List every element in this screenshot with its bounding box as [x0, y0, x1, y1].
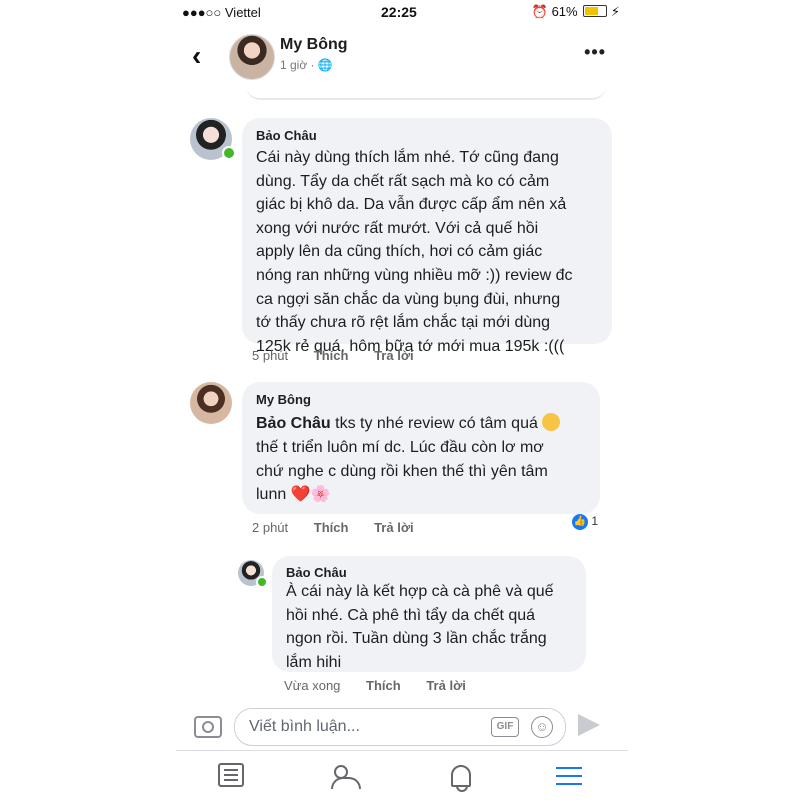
comment-bubble[interactable]: Bảo Châu Cái này dùng thích lắm nhé. Tớ …	[242, 118, 612, 355]
comment-time: Vừa xong	[284, 678, 341, 693]
reply-button[interactable]: Trả lời	[374, 520, 414, 535]
comment-author[interactable]: My Bông	[256, 392, 311, 407]
comment-text-part: tks ty nhé review có tâm quá	[330, 415, 538, 432]
status-bar: ●●●○○ Viettel 22:25 ⏰ 61% ⚡	[176, 0, 628, 24]
like-button[interactable]: Thích	[314, 520, 349, 535]
post-timestamp: 1 giờ · 🌐	[280, 58, 333, 72]
mention-link[interactable]: Bảo Châu	[256, 415, 331, 432]
clock: 22:25	[381, 4, 417, 20]
comment-author[interactable]: Bảo Châu	[256, 128, 317, 143]
comment-composer: Viết bình luận... GIF ☺	[176, 706, 628, 748]
status-right: ⏰ 61% ⚡	[532, 4, 620, 20]
battery-icon	[583, 5, 608, 17]
comment-actions: 2 phút Thích Trả lời	[252, 520, 436, 535]
post-author-name[interactable]: My Bông	[280, 36, 348, 54]
news-feed-icon[interactable]	[218, 763, 244, 787]
comment-bubble[interactable]: My Bông Bảo Châu tks ty nhé review có tâ…	[242, 382, 600, 514]
reply-button[interactable]: Trả lời	[374, 348, 414, 363]
comment-text: À cái này là kết hợp cà cà phê và quế hồ…	[286, 583, 554, 671]
comment-text: thế t triển luôn mí dc. Lúc đầu còn lơ m…	[256, 436, 548, 507]
comment-text: Cái này dùng thích lắm nhé. Tớ cũng đang…	[256, 149, 573, 355]
charging-icon: ⚡	[610, 4, 620, 19]
comment-text-line1: Bảo Châu tks ty nhé review có tâm quá	[256, 412, 561, 436]
emoji-picker-icon[interactable]: ☺	[531, 716, 553, 738]
comment-time: 2 phút	[252, 520, 289, 535]
like-icon: 👍	[572, 514, 588, 530]
reaction-count[interactable]: 👍 1	[572, 514, 598, 530]
reply-button[interactable]: Trả lời	[426, 678, 466, 693]
alarm-icon: ⏰	[531, 4, 548, 19]
gif-button[interactable]: GIF	[491, 717, 519, 737]
back-arrow-icon[interactable]: ‹	[192, 40, 201, 72]
comment-time: 5 phút	[252, 348, 289, 363]
post-header: ‹ My Bông 1 giờ · 🌐 •••	[176, 26, 628, 92]
heart-emoji: ❤️	[290, 486, 311, 504]
flower-emoji: 🌸	[310, 486, 331, 504]
like-button[interactable]: Thích	[314, 348, 349, 363]
send-icon[interactable]	[578, 714, 600, 736]
camera-icon[interactable]	[194, 716, 222, 738]
emoji-icon	[542, 413, 561, 431]
avatar[interactable]	[190, 382, 232, 424]
avatar[interactable]	[229, 34, 275, 80]
menu-icon[interactable]	[556, 763, 582, 791]
divider	[246, 86, 606, 100]
comment-author[interactable]: Bảo Châu	[286, 565, 347, 580]
bottom-tab-bar	[176, 750, 628, 801]
carrier-label: ●●●○○ Viettel	[182, 5, 261, 20]
comment-actions: 5 phút Thích Trả lời	[252, 348, 436, 363]
more-options-icon[interactable]: •••	[584, 42, 606, 63]
comment-input[interactable]: Viết bình luận... GIF ☺	[234, 708, 566, 746]
phone-screen: ●●●○○ Viettel 22:25 ⏰ 61% ⚡ ‹ My Bông 1 …	[176, 0, 628, 800]
reply-bubble[interactable]: Bảo Châu À cái này là kết hợp cà cà phê …	[272, 556, 586, 672]
comment-actions: Vừa xong Thích Trả lời	[284, 678, 488, 693]
online-status-dot	[222, 146, 236, 160]
notifications-bell-icon[interactable]	[446, 763, 476, 792]
online-status-dot	[256, 576, 268, 588]
comment-input-placeholder: Viết bình luận...	[249, 718, 360, 735]
like-count: 1	[591, 514, 599, 529]
friends-icon[interactable]	[331, 763, 361, 791]
like-button[interactable]: Thích	[366, 678, 401, 693]
battery-percent: 61%	[551, 4, 578, 19]
